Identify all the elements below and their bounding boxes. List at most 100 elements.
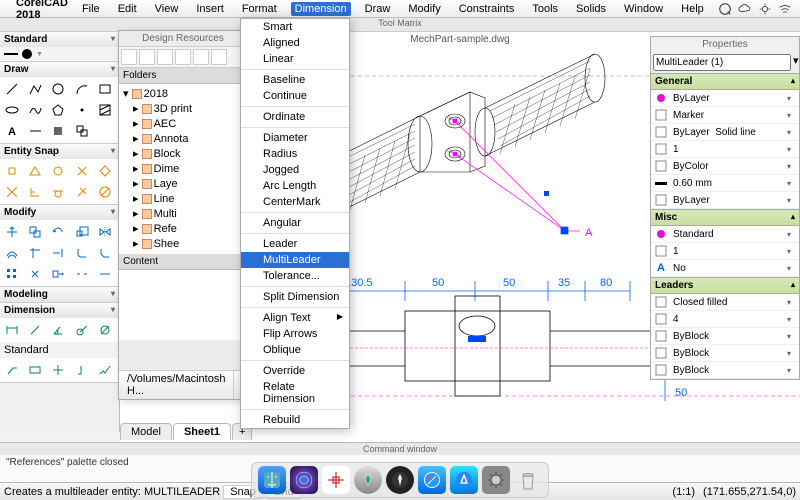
line-tool[interactable] (2, 79, 22, 99)
group-esnap[interactable]: Entity Snap (0, 144, 119, 159)
section-general[interactable]: General (651, 73, 799, 90)
dim-tolerance[interactable] (25, 360, 45, 380)
tab-model[interactable]: Model (120, 423, 172, 440)
dim-aligned[interactable] (25, 320, 45, 340)
menu-item-align-text-[interactable]: Align Text (241, 310, 349, 326)
menu-modify[interactable]: Modify (404, 2, 444, 16)
res-fwd[interactable] (139, 49, 155, 65)
tree-item[interactable]: ▸ 3D print (121, 101, 245, 116)
res-back[interactable] (121, 49, 137, 65)
menu-item-radius[interactable]: Radius (241, 146, 349, 162)
esnap-node[interactable] (72, 161, 92, 181)
property-row[interactable]: ANo▾ (651, 260, 799, 277)
menu-constraints[interactable]: Constraints (455, 2, 519, 16)
menu-item-leader[interactable]: Leader (241, 236, 349, 252)
corel-icon[interactable] (354, 466, 382, 494)
group-modeling[interactable]: Modeling (0, 287, 119, 302)
tree-item[interactable]: ▸ Annota (121, 131, 245, 146)
tree-item[interactable]: ▸ Refe (121, 221, 245, 236)
section-misc[interactable]: Misc (651, 209, 799, 226)
menu-edit[interactable]: Edit (114, 2, 141, 16)
esnap-near[interactable] (72, 182, 92, 202)
corelcad-icon[interactable] (322, 466, 350, 494)
menu-item-smart[interactable]: Smart (241, 19, 349, 35)
esnap-tan[interactable] (48, 182, 68, 202)
rect-tool[interactable] (95, 79, 115, 99)
esnap-end[interactable] (2, 161, 22, 181)
tree-item[interactable]: ▸ Laye (121, 176, 245, 191)
menu-insert[interactable]: Insert (192, 2, 228, 16)
menu-item-baseline[interactable]: Baseline (241, 72, 349, 88)
spline-tool[interactable] (25, 100, 45, 120)
mirror-tool[interactable] (95, 222, 115, 242)
folder-tree[interactable]: ▾ 2018▸ 3D print▸ AEC▸ Annota▸ Block▸ Di… (119, 84, 247, 254)
property-row[interactable]: 1▾ (651, 243, 799, 260)
extend-tool[interactable] (48, 243, 68, 263)
move-tool[interactable] (2, 222, 22, 242)
polyline-tool[interactable] (25, 79, 45, 99)
menu-item-arc-length[interactable]: Arc Length (241, 178, 349, 194)
tree-item[interactable]: ▸ Multi (121, 206, 245, 221)
break-tool[interactable] (72, 264, 92, 284)
tree-item[interactable]: ▸ Line (121, 191, 245, 206)
tree-item[interactable]: ▸ Block (121, 146, 245, 161)
property-row[interactable]: ByBlock▾ (651, 345, 799, 362)
property-row[interactable]: Closed filled▾ (651, 294, 799, 311)
menu-item-flip-arrows[interactable]: Flip Arrows (241, 326, 349, 342)
property-row[interactable]: 0.60 mm▾ (651, 175, 799, 192)
property-row[interactable]: ByLayer▾ (651, 192, 799, 209)
cloud-icon[interactable] (738, 2, 752, 16)
dim-diameter[interactable] (95, 320, 115, 340)
dim-angular[interactable] (48, 320, 68, 340)
trim-tool[interactable] (25, 243, 45, 263)
finder-icon[interactable] (258, 466, 286, 494)
group-draw[interactable]: Draw (0, 62, 119, 77)
menu-item-rebuild[interactable]: Rebuild (241, 412, 349, 428)
property-row[interactable]: ByLayer▾ (651, 90, 799, 107)
group-dimension[interactable]: Dimension (0, 303, 119, 318)
settings-icon[interactable] (758, 2, 772, 16)
menu-item-split-dimension[interactable]: Split Dimension (241, 289, 349, 305)
property-row[interactable]: ByColor▾ (651, 158, 799, 175)
polygon-tool[interactable] (48, 100, 68, 120)
join-tool[interactable] (95, 264, 115, 284)
menu-view[interactable]: View (151, 2, 183, 16)
menu-item-tolerance-[interactable]: Tolerance... (241, 268, 349, 284)
tab-sheet1[interactable]: Sheet1 (173, 423, 231, 440)
region-tool[interactable] (48, 121, 68, 141)
hatch-tool[interactable] (95, 100, 115, 120)
ray-tool[interactable] (25, 121, 45, 141)
siri-icon[interactable] (290, 466, 318, 494)
chamfer-tool[interactable] (95, 243, 115, 263)
section-leaders[interactable]: Leaders (651, 277, 799, 294)
res-search[interactable] (175, 49, 191, 65)
menu-help[interactable]: Help (677, 2, 708, 16)
quicktime-icon[interactable] (718, 2, 732, 16)
menu-item-linear[interactable]: Linear (241, 51, 349, 67)
fillet-tool[interactable] (72, 243, 92, 263)
property-row[interactable]: ByBlock▾ (651, 328, 799, 345)
property-row[interactable]: Standard▾ (651, 226, 799, 243)
ellipse-tool[interactable] (2, 100, 22, 120)
dim-ordinate[interactable] (72, 360, 92, 380)
wifi-icon[interactable] (778, 2, 792, 16)
text-tool[interactable]: A (2, 121, 22, 141)
explode-tool[interactable] (25, 264, 45, 284)
property-row[interactable]: 4▾ (651, 311, 799, 328)
menu-item-diameter[interactable]: Diameter (241, 130, 349, 146)
dim-leader[interactable] (2, 360, 22, 380)
res-view[interactable] (211, 49, 227, 65)
launchpad-icon[interactable] (386, 466, 414, 494)
systemprefs-icon[interactable] (482, 466, 510, 494)
menu-file[interactable]: File (78, 2, 104, 16)
arc-tool[interactable] (72, 79, 92, 99)
menu-item-continue[interactable]: Continue (241, 88, 349, 104)
esnap-none[interactable] (95, 182, 115, 202)
dim-center[interactable] (48, 360, 68, 380)
menu-draw[interactable]: Draw (361, 2, 395, 16)
property-row[interactable]: 1▾ (651, 141, 799, 158)
esnap-quad[interactable] (95, 161, 115, 181)
scale-tool[interactable] (72, 222, 92, 242)
rotate-tool[interactable] (48, 222, 68, 242)
safari-icon[interactable] (418, 466, 446, 494)
